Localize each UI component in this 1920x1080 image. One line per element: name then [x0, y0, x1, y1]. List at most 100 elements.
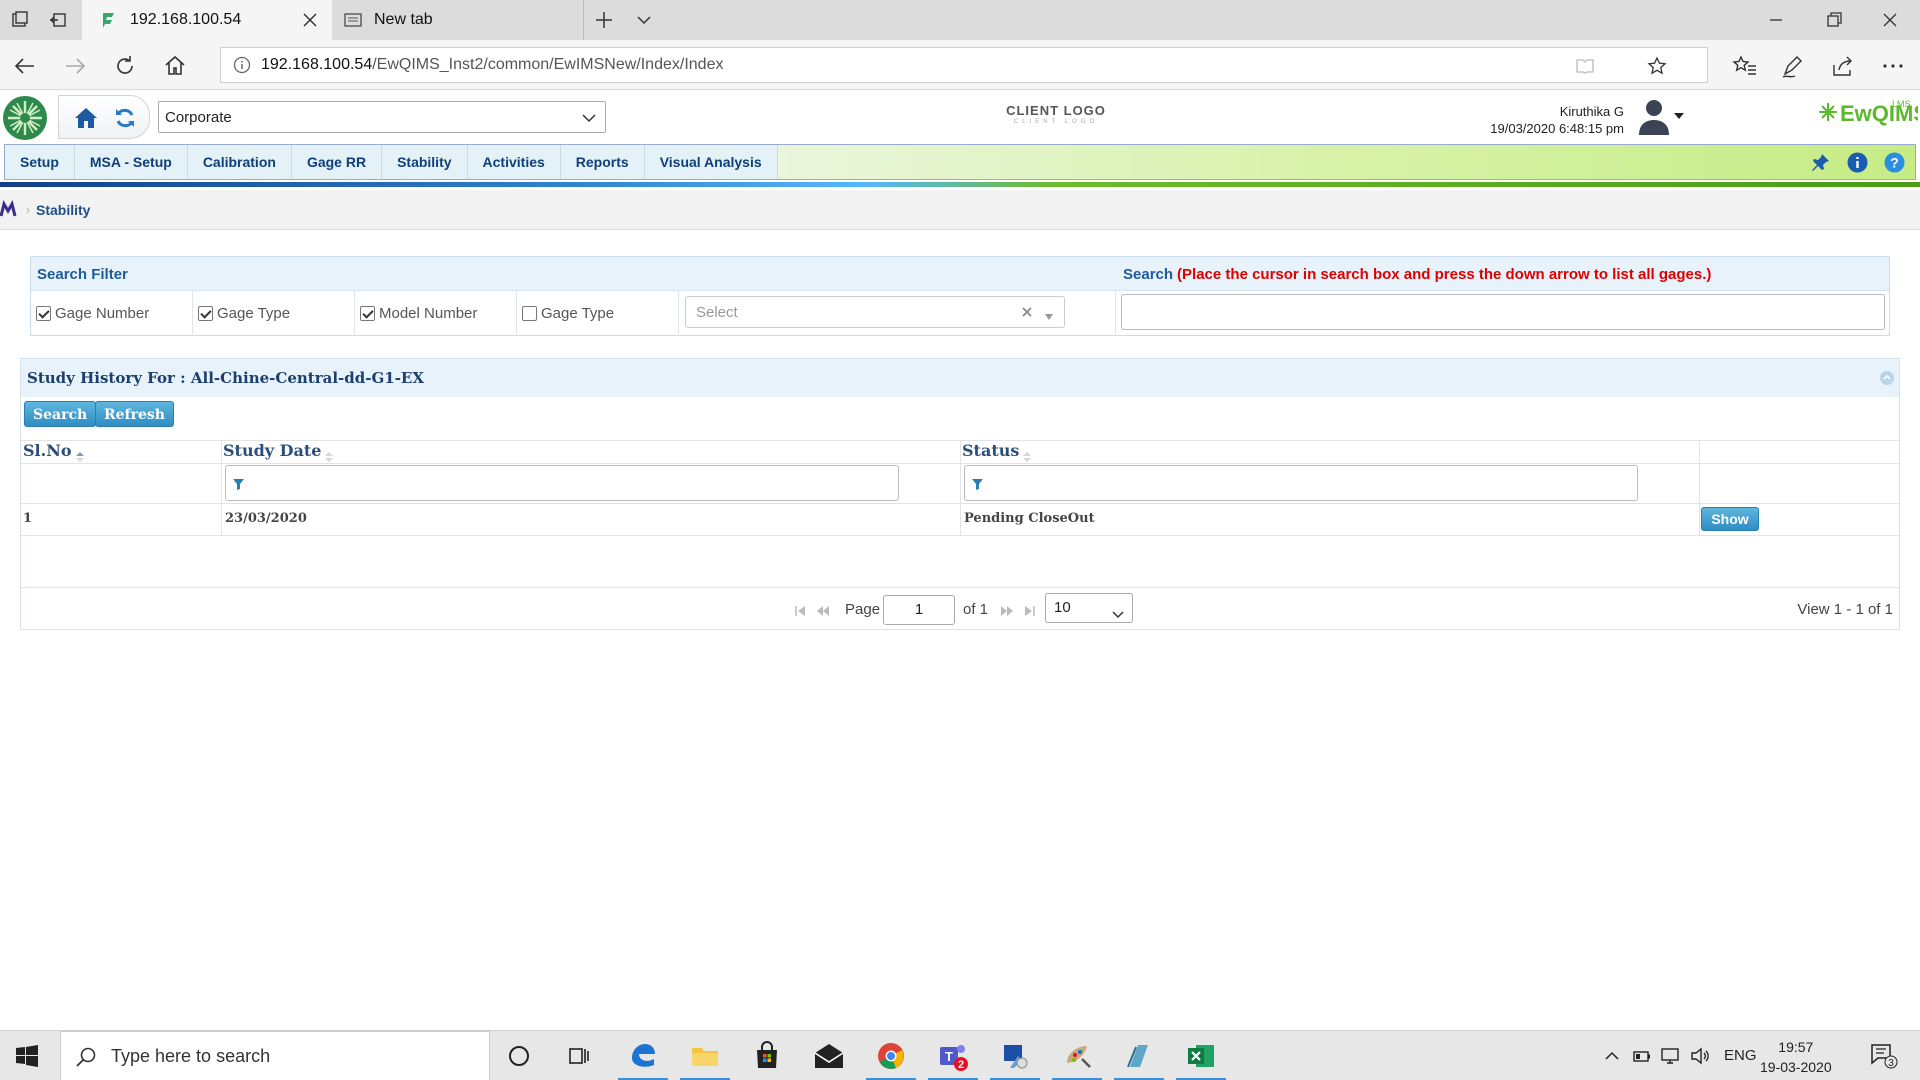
next-page-icon[interactable]: [1001, 604, 1013, 616]
dropdown-arrow-icon[interactable]: [1044, 309, 1054, 320]
menu-item-visual-analysis[interactable]: Visual Analysis: [645, 145, 778, 179]
favorite-star-icon[interactable]: [1647, 56, 1667, 76]
divider: [960, 441, 961, 535]
minimize-icon[interactable]: [1764, 8, 1788, 32]
close-tab-icon[interactable]: [300, 10, 320, 30]
column-header-study-date[interactable]: Study Date: [223, 441, 334, 464]
page-label: Page: [845, 601, 881, 618]
menu-item-msa-setup[interactable]: MSA - Setup: [75, 145, 188, 179]
favorites-list-icon[interactable]: [1732, 53, 1758, 79]
checkbox[interactable]: [522, 306, 537, 321]
show-button[interactable]: Show: [1701, 507, 1759, 531]
breadcrumb-home-icon[interactable]: [0, 199, 20, 220]
windows-start-icon[interactable]: [16, 1045, 38, 1067]
battery-icon[interactable]: [1632, 1046, 1652, 1066]
input-language[interactable]: ENG: [1724, 1047, 1757, 1064]
study-date-filter-input[interactable]: [225, 465, 899, 501]
cortana-icon[interactable]: [502, 1039, 536, 1073]
tab-new-tab[interactable]: New tab: [334, 0, 584, 40]
home-icon[interactable]: [73, 105, 99, 131]
new-tab-plus-icon[interactable]: [592, 8, 616, 32]
teams-icon[interactable]: T2: [928, 1039, 978, 1080]
refresh-icon[interactable]: [113, 106, 137, 130]
menu-tools: ?: [1810, 152, 1905, 173]
sort-icon[interactable]: [75, 447, 84, 462]
filter-checkbox-gage-type-2[interactable]: Gage Type: [517, 291, 679, 336]
sort-icon[interactable]: [1023, 447, 1032, 462]
tray-overflow-chevron-icon[interactable]: [1602, 1046, 1622, 1066]
pen-notes-icon[interactable]: [1780, 53, 1806, 79]
column-header-status[interactable]: Status: [962, 441, 1032, 464]
reading-view-icon[interactable]: [1575, 56, 1595, 76]
clear-x-icon[interactable]: [1020, 305, 1034, 319]
forward-arrow-icon[interactable]: [62, 53, 88, 79]
filter-checkbox-model-number[interactable]: Model Number: [355, 291, 517, 336]
first-page-icon[interactable]: [795, 604, 807, 616]
browser-tab-bar: 192.168.100.54 New tab: [0, 0, 1920, 40]
user-menu-caret-icon[interactable]: [1673, 110, 1685, 122]
checkbox[interactable]: [198, 306, 213, 321]
tab-actions-icon[interactable]: [8, 8, 32, 32]
home-refresh-group: [58, 95, 150, 139]
gage-type-select[interactable]: Select: [685, 296, 1065, 328]
back-arrow-icon[interactable]: [12, 53, 38, 79]
help-icon[interactable]: ?: [1884, 152, 1905, 173]
last-page-icon[interactable]: [1023, 604, 1035, 616]
svg-text:?: ?: [1890, 155, 1899, 171]
edge-browser-icon[interactable]: [618, 1039, 668, 1080]
close-window-icon[interactable]: [1878, 8, 1902, 32]
column-header-slno[interactable]: Sl.No: [23, 441, 84, 464]
divider: [221, 441, 222, 535]
divider: [21, 503, 1899, 504]
status-filter-input[interactable]: [964, 465, 1638, 501]
user-avatar-icon[interactable]: [1637, 97, 1671, 135]
taskbar-search-box[interactable]: Type here to search: [60, 1031, 490, 1080]
collapse-icon[interactable]: [1879, 370, 1895, 386]
filter-checkbox-gage-number[interactable]: Gage Number: [31, 291, 193, 336]
home-page-icon[interactable]: [162, 53, 188, 79]
chrome-icon[interactable]: [866, 1039, 916, 1080]
paint-icon[interactable]: [1052, 1039, 1102, 1080]
site-info-icon[interactable]: [233, 56, 251, 74]
menu-item-setup[interactable]: Setup: [5, 145, 75, 179]
page-number-input[interactable]: 1: [883, 595, 955, 625]
task-view-icon[interactable]: [562, 1039, 596, 1073]
previous-page-icon[interactable]: [817, 604, 829, 616]
notification-center-icon[interactable]: 3: [1870, 1043, 1898, 1069]
checkbox[interactable]: [360, 306, 375, 321]
menu-item-calibration[interactable]: Calibration: [188, 145, 292, 179]
file-explorer-icon[interactable]: [680, 1039, 730, 1080]
menu-item-activities[interactable]: Activities: [468, 145, 561, 179]
excel-icon[interactable]: [1176, 1039, 1226, 1080]
taskbar-clock[interactable]: 19:57 19-03-2020: [1760, 1037, 1832, 1077]
pin-icon[interactable]: [1810, 152, 1831, 173]
address-bar[interactable]: 192.168.100.54/EwQIMS_Inst2/common/EwIMS…: [220, 47, 1708, 83]
sort-icon[interactable]: [325, 447, 334, 462]
menu-item-stability[interactable]: Stability: [382, 145, 468, 179]
volume-icon[interactable]: [1690, 1046, 1710, 1066]
menu-item-reports[interactable]: Reports: [561, 145, 645, 179]
reload-icon[interactable]: [112, 53, 138, 79]
set-aside-tabs-icon[interactable]: [46, 8, 70, 32]
info-icon[interactable]: [1847, 152, 1868, 173]
gage-search-input[interactable]: [1121, 294, 1885, 330]
site-select[interactable]: Corporate: [158, 101, 606, 133]
snipping-app-icon[interactable]: [990, 1039, 1040, 1080]
page-size-select[interactable]: 10: [1045, 593, 1133, 623]
filter-checkbox-gage-type[interactable]: Gage Type: [193, 291, 355, 336]
mail-icon[interactable]: [812, 1039, 846, 1073]
notepad-icon[interactable]: [1114, 1039, 1164, 1080]
menu-item-gage-rr[interactable]: Gage RR: [292, 145, 383, 179]
share-icon[interactable]: [1830, 53, 1856, 79]
search-button[interactable]: Search: [24, 401, 97, 427]
url-text[interactable]: 192.168.100.54/EwQIMS_Inst2/common/EwIMS…: [261, 56, 723, 74]
more-options-icon[interactable]: [1880, 53, 1906, 79]
menu-items: Setup MSA - Setup Calibration Gage RR Stabil…: [5, 145, 778, 179]
restore-icon[interactable]: [1822, 8, 1846, 32]
tab-list-chevron-icon[interactable]: [632, 8, 656, 32]
refresh-button[interactable]: Refresh: [95, 401, 174, 427]
store-icon[interactable]: [750, 1039, 784, 1073]
checkbox[interactable]: [36, 306, 51, 321]
network-icon[interactable]: [1660, 1046, 1680, 1066]
tab-active[interactable]: 192.168.100.54: [82, 0, 332, 40]
